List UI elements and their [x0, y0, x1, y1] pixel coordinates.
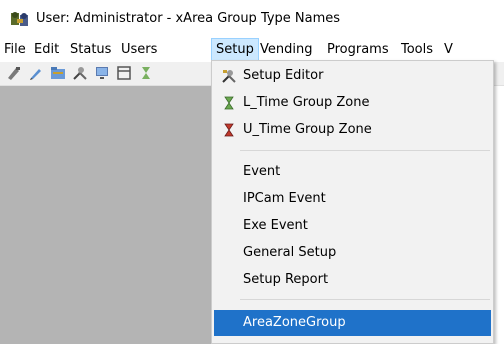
menu-item-ipcam-event[interactable]: IPCam Event [214, 186, 491, 212]
menu-separator [240, 150, 490, 151]
menu-item-l-time-group-zone[interactable]: L_Time Group Zone [214, 90, 491, 116]
menu-item-label: U_Time Group Zone [243, 122, 372, 137]
title-bar: User: Administrator - xArea Group Type N… [0, 0, 504, 38]
menu-status[interactable]: Status [66, 38, 115, 62]
hourglass-green-icon [224, 96, 234, 110]
app-icon [11, 12, 28, 26]
menu-item-setup-report[interactable]: Setup Report [214, 267, 491, 293]
tool-icon[interactable] [6, 65, 22, 81]
menu-file[interactable]: File [0, 38, 30, 62]
menu-item-label: Exe Event [243, 218, 308, 233]
menu-item-label: Setup Report [243, 272, 329, 287]
menu-item-exe-event[interactable]: Exe Event [214, 213, 491, 239]
menu-item-label: Setup Editor [243, 68, 324, 83]
menu-separator [240, 299, 490, 300]
menu-item-label: Event [243, 164, 281, 179]
tools-icon[interactable] [72, 65, 88, 81]
menu-item-label: IPCam Event [243, 191, 326, 206]
menu-item-u-time-group-zone[interactable]: U_Time Group Zone [214, 117, 491, 143]
menu-item-general-setup[interactable]: General Setup [214, 240, 491, 266]
menu-tools[interactable]: Tools [397, 38, 437, 62]
menu-item-event[interactable]: Event [214, 159, 491, 185]
window-title: User: Administrator - xArea Group Type N… [36, 11, 341, 26]
pencil-icon[interactable] [28, 65, 44, 81]
menu-view[interactable]: V [440, 38, 457, 62]
folder-icon[interactable] [50, 65, 66, 81]
menu-item-label: AreaZoneGroup [243, 315, 346, 330]
window-icon[interactable] [116, 65, 132, 81]
menu-edit[interactable]: Edit [30, 38, 63, 62]
menu-programs[interactable]: Programs [323, 38, 393, 62]
menu-item-setup-editor[interactable]: Setup Editor [214, 63, 491, 89]
client-edge [493, 86, 504, 344]
menu-item-label: General Setup [243, 245, 337, 260]
hourglass-icon[interactable] [138, 65, 154, 81]
setup-dropdown-menu: Setup Editor L_Time Group Zone U_Time Gr… [211, 60, 494, 344]
menu-setup[interactable]: Setup [211, 38, 259, 62]
monitor-icon[interactable] [94, 65, 110, 81]
client-area [0, 86, 213, 344]
menu-item-label: L_Time Group Zone [243, 95, 370, 110]
menu-item-areazonegroup[interactable]: AreaZoneGroup [214, 310, 491, 336]
hourglass-red-icon [224, 123, 234, 137]
menu-vending[interactable]: Vending [256, 38, 316, 62]
menu-users[interactable]: Users [117, 38, 161, 62]
tools-icon [222, 70, 236, 83]
menu-bar: File Edit Status Users Setup Vending Pro… [0, 38, 504, 62]
